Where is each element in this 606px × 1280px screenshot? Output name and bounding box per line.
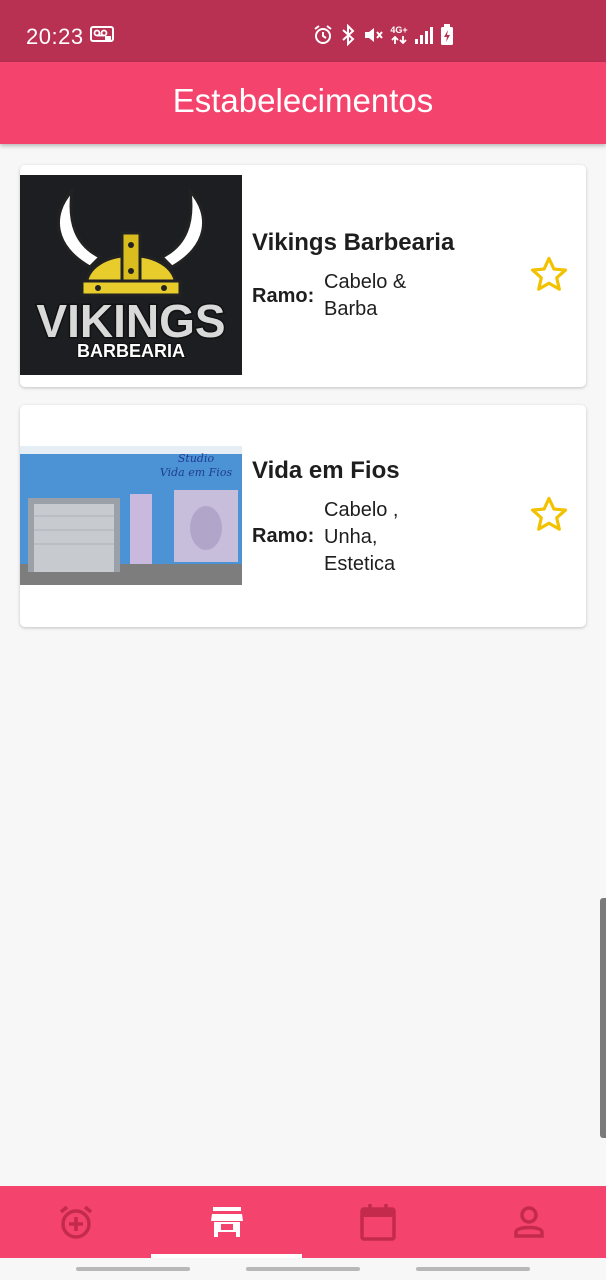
logo-text-barbearia: BARBEARIA	[77, 341, 185, 361]
establishment-card-vikings[interactable]: VIKINGS BARBEARIA Vikings Barbearia Ramo…	[20, 165, 586, 387]
sign-text-studio: Studio	[178, 452, 215, 465]
status-left-icons	[90, 26, 114, 42]
app-bar: Estabelecimentos	[0, 62, 606, 144]
page-title: Estabelecimentos	[172, 82, 434, 119]
ramo-value: Cabelo & Barba	[324, 269, 434, 323]
nav-item-establishments[interactable]	[151, 1186, 302, 1258]
ramo-value: Cabelo , Unha, Estetica	[324, 497, 434, 578]
favorite-star-icon[interactable]	[528, 254, 570, 296]
establishment-photo: Studio Vida em Fios	[20, 446, 242, 585]
ramo-line: Cabelo ,	[324, 499, 399, 521]
gesture-indicator	[76, 1267, 190, 1271]
establishment-card-vida-em-fios[interactable]: Studio Vida em Fios Vida em Fios Ramo: C…	[20, 405, 586, 627]
establishment-name: Vikings Barbearia	[252, 229, 455, 256]
network-type-label: 4G+	[390, 24, 408, 35]
sign-text-vida-em-fios: Vida em Fios	[160, 466, 233, 479]
gesture-indicator	[246, 1267, 360, 1271]
establishment-name: Vida em Fios	[252, 457, 400, 484]
scrollbar[interactable]	[600, 898, 606, 1138]
bottom-navigation	[0, 1186, 606, 1258]
status-time: 20:23	[26, 24, 84, 49]
status-bar: 20:23 4G+	[0, 0, 606, 62]
nav-item-schedule[interactable]	[0, 1186, 151, 1258]
battery-charging-icon	[441, 24, 453, 45]
network-data-icon: 4G+	[390, 24, 408, 45]
nav-item-profile[interactable]	[453, 1186, 604, 1258]
calendar-icon	[359, 1204, 396, 1241]
person-icon	[513, 1206, 544, 1238]
gesture-indicator	[416, 1267, 530, 1271]
alarm-icon	[314, 25, 332, 44]
bluetooth-icon	[342, 24, 355, 46]
establishment-logo: VIKINGS BARBEARIA	[20, 175, 242, 375]
ramo-label: Ramo:	[252, 285, 315, 307]
favorite-star-icon[interactable]	[528, 494, 570, 536]
ramo-line: Barba	[324, 298, 378, 320]
store-icon	[210, 1207, 243, 1237]
ramo-line: Cabelo &	[324, 271, 407, 293]
mute-icon	[365, 28, 383, 42]
voicemail-icon	[90, 26, 114, 42]
status-right-icons: 4G+	[312, 24, 454, 46]
gesture-bar	[0, 1258, 606, 1280]
signal-icon	[415, 27, 433, 44]
ramo-line: Estetica	[324, 553, 396, 575]
ramo-line: Unha,	[324, 526, 378, 548]
logo-text-vikings: VIKINGS	[36, 295, 225, 347]
nav-item-calendar[interactable]	[302, 1186, 453, 1258]
ramo-label: Ramo:	[252, 525, 315, 547]
add-alarm-icon	[59, 1205, 92, 1239]
